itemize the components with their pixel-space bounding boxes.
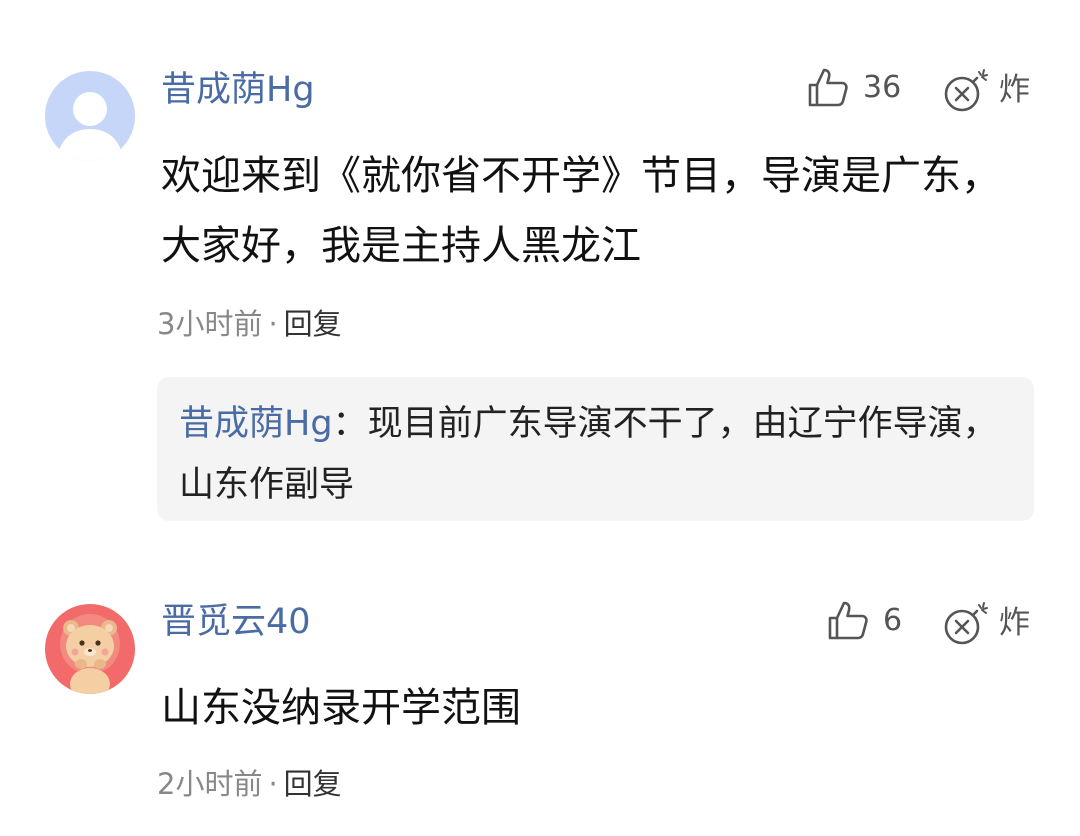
bomb-button[interactable]: 炸	[943, 66, 1030, 114]
reply-button[interactable]: 回复	[284, 767, 342, 801]
separator: ·	[268, 307, 278, 341]
reply-item: 昔成荫Hg：现目前广东导演不干了，由辽宁作导演，山东作副导	[179, 394, 1010, 516]
comment-text: 欢迎来到《就你省不开学》节目，导演是广东，大家好，我是主持人黑龙江	[161, 153, 1001, 269]
comment-text: 山东没纳录开学范围	[161, 685, 521, 731]
reply-colon: ：	[332, 404, 368, 444]
avatar[interactable]	[45, 604, 135, 694]
reply-button[interactable]: 回复	[284, 307, 342, 341]
reply-author[interactable]: 昔成荫Hg	[179, 404, 333, 444]
bomb-button[interactable]: 炸	[943, 599, 1030, 647]
thumbs-up-icon	[828, 601, 868, 640]
cartoon-bear-avatar	[45, 604, 135, 694]
like-button[interactable]: 36	[806, 66, 901, 110]
comment-meta: 2小时前 · 回复	[157, 764, 342, 804]
reply-preview[interactable]: 昔成荫Hg：现目前广东导演不干了，由辽宁作导演，山东作副导	[157, 377, 1034, 521]
timestamp: 3小时前	[157, 307, 263, 341]
default-avatar-icon	[45, 71, 135, 161]
bomb-label: 炸	[999, 72, 1030, 108]
username[interactable]: 晋觅云40	[161, 600, 311, 644]
comment-item: 昔成荫Hg 36 炸 欢迎来到《就你省不开学》节目，导演是广东，大家好，我是主持…	[0, 0, 1080, 560]
bomb-icon	[944, 69, 988, 112]
bomb-label: 炸	[999, 605, 1030, 641]
like-count: 36	[863, 70, 902, 105]
comment-meta: 3小时前 · 回复	[157, 304, 342, 344]
like-button[interactable]: 6	[826, 599, 902, 643]
like-count: 6	[883, 603, 903, 638]
avatar[interactable]	[45, 71, 135, 161]
comment-item: 晋觅云40 6 炸 山东没纳录开学范围 2小时前 · 回复	[0, 560, 1080, 836]
username[interactable]: 昔成荫Hg	[161, 68, 315, 112]
thumbs-up-icon	[808, 68, 848, 107]
separator: ·	[268, 767, 278, 801]
bomb-icon	[944, 602, 988, 645]
timestamp: 2小时前	[157, 767, 263, 801]
